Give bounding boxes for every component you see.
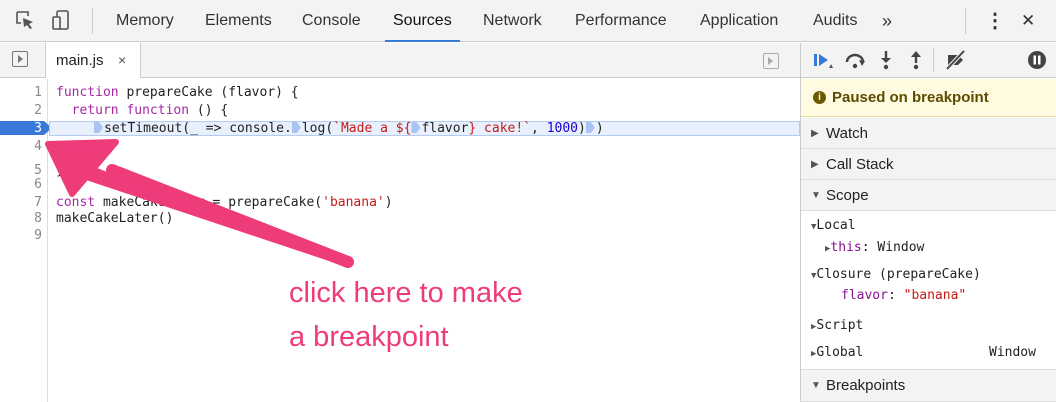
scope-value: Window [877, 240, 925, 255]
scope-value: "banana" [903, 288, 967, 303]
scope-label: Local [816, 218, 856, 233]
toolbar-divider [933, 48, 934, 72]
scope-property: this [830, 240, 862, 255]
paused-message: Paused on breakpoint [832, 89, 989, 106]
scope-closure[interactable]: ▼Closure (prepareCake) [811, 267, 981, 284]
expand-arrow-icon: ▶ [811, 159, 819, 170]
pause-on-exceptions-icon[interactable] [1025, 49, 1049, 71]
deactivate-breakpoints-icon[interactable] [944, 49, 968, 71]
scope-flavor[interactable]: flavor: "banana" [841, 288, 966, 303]
step-out-icon[interactable] [904, 49, 928, 71]
debugger-sidebar: i Paused on breakpoint ▶ Watch ▶ Call St… [800, 43, 1056, 402]
collapse-arrow-icon: ▼ [811, 380, 821, 391]
more-tabs-button[interactable]: » [882, 0, 892, 42]
annotation-text: a breakpoint [289, 321, 449, 353]
scope-local[interactable]: ▼Local [811, 218, 856, 235]
scope-global-value: Window [989, 345, 1036, 360]
resume-icon[interactable] [811, 49, 835, 71]
scope-label: Global [816, 345, 864, 360]
scope-script[interactable]: ▶Script [811, 318, 863, 335]
section-label: Breakpoints [826, 377, 906, 394]
section-label: Watch [826, 125, 868, 142]
section-watch[interactable]: ▶ Watch [801, 118, 1056, 149]
scope-property: flavor [841, 288, 888, 303]
customize-menu-icon[interactable]: ⋮ [985, 0, 1005, 42]
expand-arrow-icon: ▶ [811, 128, 819, 139]
tab-audits[interactable]: Audits [813, 0, 857, 42]
collapse-arrow-icon: ▼ [811, 190, 821, 201]
step-over-icon[interactable] [843, 49, 867, 71]
annotation-text: click here to make [289, 277, 523, 309]
scope-this[interactable]: ▶this: Window [825, 240, 924, 257]
toolbar-divider [965, 8, 966, 34]
section-label: Scope [826, 187, 869, 204]
section-scope[interactable]: ▼ Scope [801, 180, 1056, 211]
section-breakpoints[interactable]: ▼ Breakpoints [801, 369, 1056, 402]
section-label: Call Stack [826, 156, 894, 173]
section-call-stack[interactable]: ▶ Call Stack [801, 149, 1056, 180]
scope-label: Script [816, 318, 864, 333]
scope-label: Closure (prepareCake) [816, 267, 981, 282]
step-into-icon[interactable] [874, 49, 898, 71]
info-icon: i [813, 91, 826, 104]
close-devtools-icon[interactable]: ✕ [1021, 0, 1035, 42]
scope-global[interactable]: ▶Global [811, 345, 863, 362]
debugger-controls [801, 43, 1056, 78]
paused-banner: i Paused on breakpoint [801, 79, 1056, 117]
